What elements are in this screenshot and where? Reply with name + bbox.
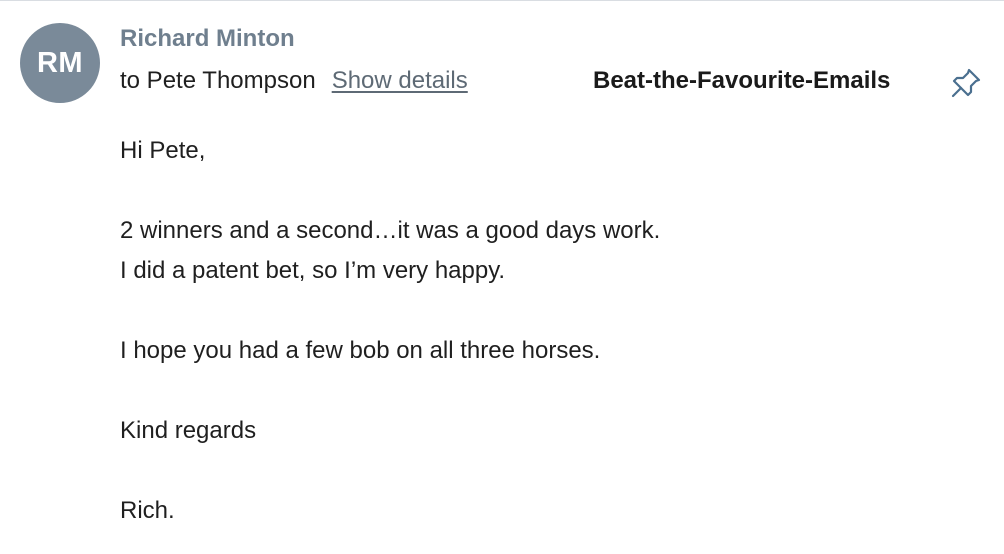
- pin-icon[interactable]: [950, 67, 982, 99]
- body-line: [120, 451, 980, 491]
- body-line: Kind regards: [120, 417, 257, 444]
- show-details-link[interactable]: Show details: [332, 67, 468, 94]
- body-line: I hope you had a few bob on all three ho…: [120, 337, 601, 364]
- recipient-line: to Pete Thompson Show details: [120, 67, 468, 95]
- sender-name: Richard Minton: [120, 25, 295, 52]
- body-line: I did a patent bet, so I’m very happy.: [120, 257, 506, 284]
- avatar-initials: RM: [36, 46, 84, 79]
- body-line: [120, 171, 980, 211]
- body-line: 2 winners and a second…it was a good day…: [120, 217, 661, 244]
- email-message: RM Richard Minton to Pete Thompson Show d…: [0, 0, 1004, 554]
- folder-label: Beat-the-Favourite-Emails: [593, 67, 891, 94]
- recipient-text: to Pete Thompson: [120, 67, 316, 94]
- body-line: Rich.: [120, 497, 175, 524]
- body-line: [120, 371, 980, 411]
- body-line: [120, 291, 980, 331]
- avatar: RM: [20, 23, 100, 103]
- body-line: Hi Pete,: [120, 137, 206, 164]
- email-body: Hi Pete, 2 winners and a second…it was a…: [120, 131, 980, 531]
